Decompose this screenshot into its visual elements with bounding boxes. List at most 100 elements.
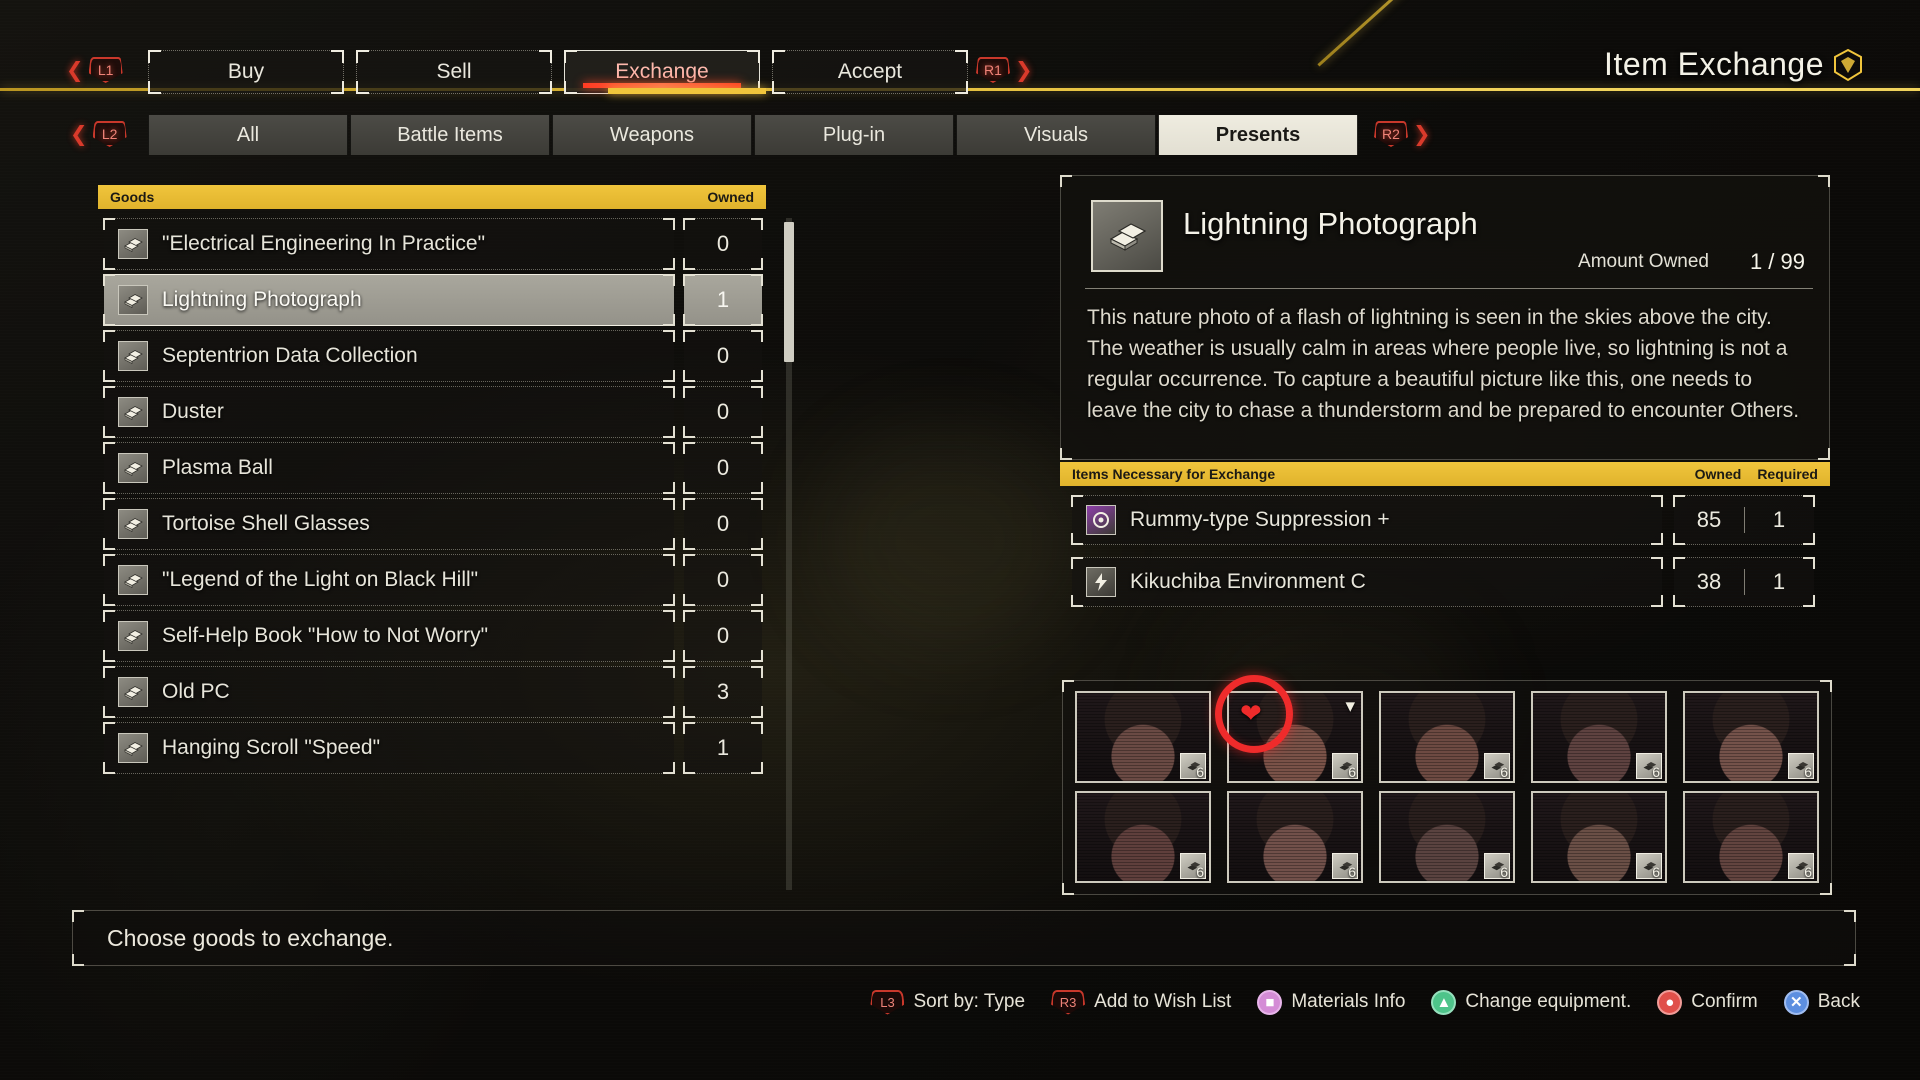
category-tab-plugin[interactable]: Plug-in <box>754 115 954 155</box>
goods-item-owned-value: 1 <box>716 735 730 760</box>
button-hint: ■ Materials Info <box>1257 989 1406 1015</box>
goods-list-item[interactable]: Lightning Photograph 1 <box>98 274 768 330</box>
goods-item-name-cell[interactable]: "Electrical Engineering In Practice" <box>103 218 675 270</box>
goods-list-item[interactable]: Hanging Scroll "Speed" 1 <box>98 722 768 778</box>
recipient-cell[interactable]: 6 <box>1075 791 1211 883</box>
r1-button-key: R1 <box>976 57 1010 83</box>
goods-list-item[interactable]: Tortoise Shell Glasses 0 <box>98 498 768 554</box>
recipient-cell[interactable]: 6 <box>1531 691 1667 783</box>
category-tab-presents[interactable]: Presents <box>1158 115 1358 155</box>
tab-accept[interactable]: Accept <box>772 50 968 94</box>
button-hint-label: Add to Wish List <box>1094 991 1232 1012</box>
recipient-grid[interactable]: 6 ▾ 6 6 6 6 6 6 6 6 6 <box>1062 680 1832 895</box>
goods-list-header: Goods Owned <box>98 185 766 209</box>
material-name-cell: Kikuchiba Environment C <box>1071 557 1663 607</box>
goods-item-owned-value: 0 <box>716 231 730 256</box>
tab-sell[interactable]: Sell <box>356 50 552 94</box>
goods-item-name-cell[interactable]: Old PC <box>103 666 675 718</box>
goods-item-name-cell[interactable]: Plasma Ball <box>103 442 675 494</box>
amount-owned-label: Amount Owned <box>1578 251 1709 272</box>
square-button-icon: ■ <box>1257 989 1283 1015</box>
goods-item-owned-value: 0 <box>716 567 730 592</box>
item-stack-icon <box>118 397 148 427</box>
recipient-cell[interactable]: 6 <box>1227 791 1363 883</box>
goods-item-name-cell[interactable]: Tortoise Shell Glasses <box>103 498 675 550</box>
goods-item-label: "Electrical Engineering In Practice" <box>162 232 486 255</box>
chevron-right-icon: ❯ <box>1413 122 1431 146</box>
material-counts: 38 1 <box>1673 557 1815 607</box>
category-tab-bar[interactable]: ❮ L2 All Battle Items Weapons Plug-in Vi… <box>0 115 1920 157</box>
goods-item-name-cell[interactable]: "Legend of the Light on Black Hill" <box>103 554 675 606</box>
recipient-cell[interactable]: 6 <box>1379 791 1515 883</box>
recipient-cell[interactable]: 6 <box>1075 691 1211 783</box>
category-tab-battle-items-label: Battle Items <box>397 123 503 146</box>
tab-exchange-label: Exchange <box>615 60 709 83</box>
button-hint: ✕ Back <box>1783 989 1860 1015</box>
goods-item-name-cell[interactable]: Duster <box>103 386 675 438</box>
amount-owned-value: 1 / 99 <box>1749 249 1805 274</box>
material-owned-value: 85 <box>1696 507 1722 532</box>
prev-category-bumper[interactable]: ❮ L2 <box>70 121 127 147</box>
goods-item-name-cell[interactable]: Self-Help Book "How to Not Worry" <box>103 610 675 662</box>
category-tab-all[interactable]: All <box>148 115 348 155</box>
goods-item-owned: 0 <box>683 498 763 550</box>
goods-list-item[interactable]: "Electrical Engineering In Practice" 0 <box>98 218 768 274</box>
item-detail-title: Lightning Photograph <box>1183 206 1478 241</box>
materials-owned-column-label: Owned <box>1694 466 1742 482</box>
goods-list-item[interactable]: Plasma Ball 0 <box>98 442 768 498</box>
category-tab-weapons[interactable]: Weapons <box>552 115 752 155</box>
item-stack-icon <box>118 565 148 595</box>
next-category-bumper[interactable]: R2 ❯ <box>1374 121 1431 147</box>
goods-list-item[interactable]: Duster 0 <box>98 386 768 442</box>
category-tab-plugin-label: Plug-in <box>822 123 886 146</box>
goods-item-label: Duster <box>162 400 224 423</box>
goods-item-owned: 0 <box>683 218 763 270</box>
material-name-cell: Rummy-type Suppression + <box>1071 495 1663 545</box>
goods-item-owned-value: 1 <box>716 287 730 312</box>
status-message: Choose goods to exchange. <box>107 924 394 951</box>
goods-item-owned-value: 0 <box>716 399 730 424</box>
goods-list[interactable]: "Electrical Engineering In Practice" 0 Lig… <box>98 218 768 888</box>
button-hint: ● Confirm <box>1657 989 1758 1015</box>
goods-item-owned-value: 0 <box>716 511 730 536</box>
goods-item-name-cell[interactable]: Hanging Scroll "Speed" <box>103 722 675 774</box>
heart-icon: ❤ <box>1240 698 1262 728</box>
prev-tab-bumper[interactable]: ❮ L1 <box>66 57 123 83</box>
goods-list-item[interactable]: "Legend of the Light on Black Hill" 0 <box>98 554 768 610</box>
goods-list-item[interactable]: Self-Help Book "How to Not Worry" 0 <box>98 610 768 666</box>
recipient-cell[interactable]: 6 <box>1379 691 1515 783</box>
goods-item-owned-value: 0 <box>716 623 730 648</box>
circle-button-icon: ● <box>1657 989 1683 1015</box>
recipient-cell[interactable]: 6 <box>1683 691 1819 783</box>
button-hint-label: Materials Info <box>1291 991 1406 1012</box>
tab-buy[interactable]: Buy <box>148 50 344 94</box>
item-stack-icon <box>118 677 148 707</box>
category-tab-battle-items[interactable]: Battle Items <box>350 115 550 155</box>
material-label: Rummy-type Suppression + <box>1130 508 1390 531</box>
category-tab-visuals[interactable]: Visuals <box>956 115 1156 155</box>
recipient-cell[interactable]: 6 <box>1683 791 1819 883</box>
chevron-left-icon: ❮ <box>66 58 84 82</box>
next-tab-bumper[interactable]: R1 ❯ <box>976 57 1033 83</box>
button-hint-label: Back <box>1817 991 1860 1012</box>
material-row: Kikuchiba Environment C 38 1 <box>1071 557 1832 611</box>
goods-item-owned: 3 <box>683 666 763 718</box>
recipient-badge-number: 6 <box>1500 764 1508 780</box>
goods-list-item[interactable]: Septentrion Data Collection 0 <box>98 330 768 386</box>
primary-tab-bar[interactable]: ❮ L1 Buy Sell Exchange Accept R1 ❯ <box>0 50 1920 96</box>
plugin-chip-icon <box>1086 505 1116 535</box>
button-hint-bar: L3 Sort by: Type R3 Add to Wish List ■ Materi… <box>0 982 1920 1022</box>
goods-item-owned: 0 <box>683 330 763 382</box>
r2-button-key: R2 <box>1374 121 1408 147</box>
item-stack-icon <box>118 341 148 371</box>
goods-item-name-cell[interactable]: Lightning Photograph <box>103 274 675 326</box>
recipient-badge-number: 6 <box>1348 764 1356 780</box>
bolt-icon <box>1086 567 1116 597</box>
goods-list-item[interactable]: Old PC 3 <box>98 666 768 722</box>
goods-list-scrollbar-thumb[interactable] <box>784 222 794 362</box>
materials-required-column-label: Required <box>1757 466 1818 482</box>
goods-item-name-cell[interactable]: Septentrion Data Collection <box>103 330 675 382</box>
goods-header-label: Goods <box>110 189 155 205</box>
recipient-cell[interactable]: 6 <box>1531 791 1667 883</box>
active-tab-indicator <box>608 88 766 94</box>
